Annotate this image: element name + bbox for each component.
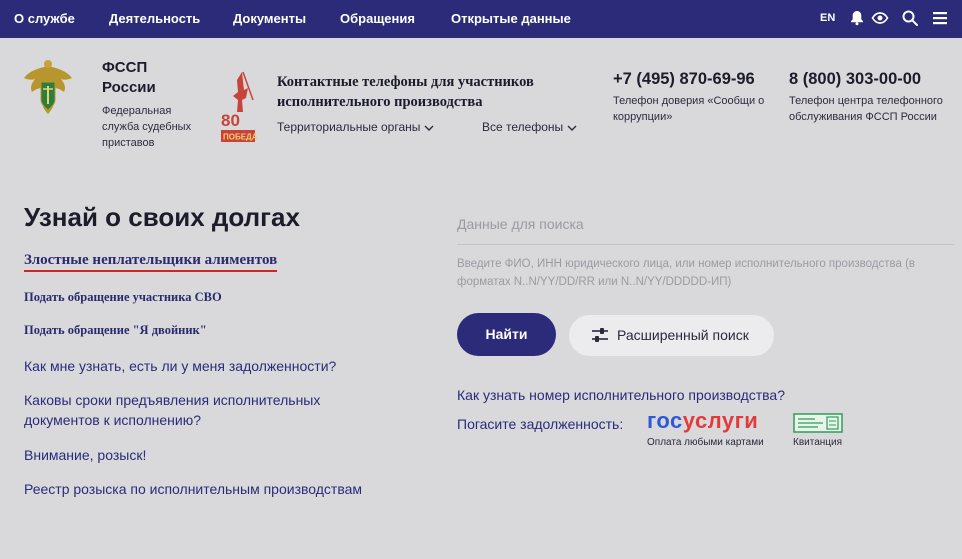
org-subtitle: Федеральная служба судебных приставов xyxy=(102,105,192,149)
how-to-find-number-link[interactable]: Как узнать номер исполнительного произво… xyxy=(457,387,785,403)
gosuslugi-logo-part1: гос xyxy=(647,408,683,433)
search-input[interactable] xyxy=(457,203,954,245)
eye-icon[interactable] xyxy=(871,9,889,27)
find-button[interactable]: Найти xyxy=(457,313,556,356)
victory-80-logo[interactable]: 80 ПОБЕДА xyxy=(220,70,258,146)
svo-appeal-link[interactable]: Подать обращение участника СВО xyxy=(24,290,222,305)
nav-item-documents[interactable]: Документы xyxy=(233,11,306,26)
fssp-emblem-logo[interactable] xyxy=(22,58,74,118)
call-center-phone-note: Телефон центра телефонного обслуживания … xyxy=(789,95,943,123)
pay-debt-label: Погасите задолженность: xyxy=(457,416,624,432)
call-center-phone[interactable]: 8 (800) 303-00-00 xyxy=(789,70,921,89)
nav-item-about[interactable]: О службе xyxy=(14,11,75,26)
search-hint: Введите ФИО, ИНН юридического лица, или … xyxy=(457,258,916,288)
receipt-icon[interactable] xyxy=(793,413,843,433)
twin-appeal-link[interactable]: Подать обращение "Я двойник" xyxy=(24,323,207,338)
language-switch[interactable]: EN xyxy=(820,12,835,24)
pay-cards-label: Оплата любыми картами xyxy=(647,437,764,448)
org-title: ФССП России xyxy=(102,59,156,96)
hotline-phone-note: Телефон доверия «Сообщи о коррупции» xyxy=(613,95,765,123)
search-icon[interactable] xyxy=(901,9,919,27)
contacts-title: Контактные телефоны для участников испол… xyxy=(277,74,534,110)
territorial-dropdown[interactable]: Территориальные органы xyxy=(277,120,434,134)
alimony-debtors-link[interactable]: Злостные неплательщики алиментов xyxy=(24,252,278,272)
chevron-down-icon xyxy=(424,125,434,131)
svg-text:80: 80 xyxy=(221,111,240,130)
all-phones-dropdown[interactable]: Все телефоны xyxy=(482,120,577,134)
gosuslugi-logo-part2: услуги xyxy=(682,408,759,433)
hotline-phone[interactable]: +7 (495) 870-69-96 xyxy=(613,70,755,89)
debt-check-link[interactable]: Как мне узнать, есть ли у меня задолженн… xyxy=(24,356,384,376)
nav-item-appeals[interactable]: Обращения xyxy=(340,11,415,26)
bell-icon[interactable] xyxy=(848,9,866,27)
nav-item-open-data[interactable]: Открытые данные xyxy=(451,11,571,26)
all-phones-dropdown-label: Все телефоны xyxy=(482,120,564,134)
chevron-down-icon xyxy=(567,125,577,131)
wanted-registry-link[interactable]: Реестр розыска по исполнительным произво… xyxy=(24,479,424,499)
advanced-search-label: Расширенный поиск xyxy=(617,327,749,343)
gosuslugi-logo[interactable]: госуслуги xyxy=(647,408,758,434)
deadlines-link[interactable]: Каковы сроки предъявления исполнительных… xyxy=(24,390,364,430)
nav-item-activity[interactable]: Деятельность xyxy=(109,11,200,26)
wanted-link[interactable]: Внимание, розыск! xyxy=(24,445,384,465)
top-navigation: О службе Деятельность Документы Обращени… xyxy=(0,0,962,38)
filter-sliders-icon xyxy=(592,328,608,342)
receipt-label: Квитанция xyxy=(793,437,843,448)
page-title: Узнай о своих долгах xyxy=(24,202,300,232)
territorial-dropdown-label: Территориальные органы xyxy=(277,120,421,134)
advanced-search-button[interactable]: Расширенный поиск xyxy=(569,315,774,356)
svg-text:ПОБЕДА: ПОБЕДА xyxy=(223,133,258,142)
menu-icon[interactable] xyxy=(931,9,949,27)
